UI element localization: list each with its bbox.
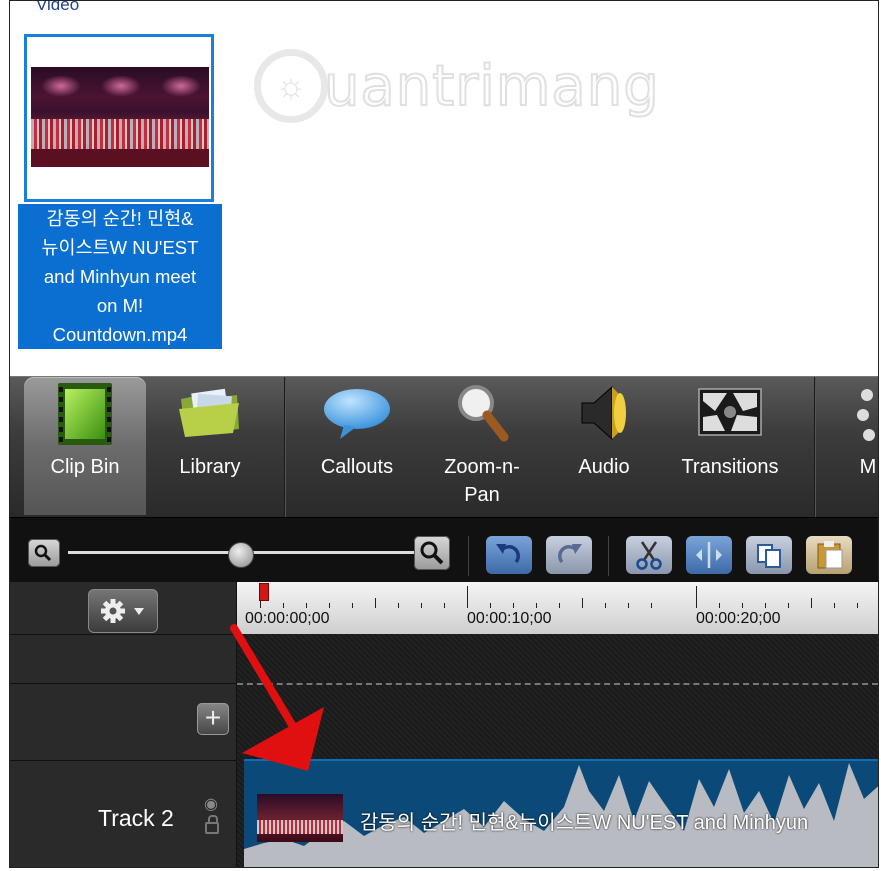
video-section-title: Video	[36, 0, 80, 14]
redo-button[interactable]	[546, 536, 592, 574]
zoom-out-button[interactable]	[28, 539, 60, 567]
more-icon	[857, 389, 875, 441]
speaker-icon	[581, 385, 626, 441]
zoom-slider-handle[interactable]	[228, 542, 254, 568]
clip-filename[interactable]: 감동의 순간! 민현& 뉴이스트W NU'EST and Minhyun mee…	[18, 204, 222, 349]
redo-icon	[558, 544, 582, 564]
clip-bin-panel: Video ☼ uantrimang 감동의 순간! 민현& 뉴이스트W NU'…	[10, 1, 878, 376]
tab-label: Callouts	[320, 456, 394, 478]
lock-icon[interactable]	[205, 815, 219, 834]
transition-icon	[698, 388, 762, 436]
time-ruler[interactable]: 00:00:00;00 00:00:10;00 00:00:20;00	[237, 582, 878, 634]
folder-icon	[179, 388, 239, 437]
tab-label: Clip Bin	[50, 456, 120, 478]
clip-track-thumbnail	[257, 794, 343, 842]
zoom-in-button[interactable]	[414, 536, 450, 570]
track-name: Track 2	[98, 805, 174, 831]
tab-label: Transitions	[681, 456, 779, 478]
clip-filename-line: Countdown.mp4	[52, 324, 188, 345]
clip-filename-line: and Minhyun meet	[43, 266, 197, 287]
scissors-icon	[636, 541, 662, 570]
tab-label: Audio	[578, 456, 630, 478]
film-strip-icon	[58, 383, 112, 445]
drop-target-line	[237, 683, 878, 685]
tab-label: Library	[179, 456, 241, 478]
undo-button[interactable]	[486, 536, 532, 574]
tab-zoom-n-pan[interactable]: Zoom-n- Pan	[422, 377, 542, 515]
copy-button[interactable]	[746, 536, 792, 574]
add-track-button[interactable]: +	[197, 703, 229, 735]
timecode-label: 00:00:00;00	[245, 610, 330, 627]
eye-icon[interactable]: ◉	[204, 794, 218, 814]
timeline-panel: + Track 2 ◉ 00:00:00;00 00:00:10;00 00:0…	[10, 582, 878, 867]
tracks-area[interactable]: 감동의 순간! 민현&뉴이스트W NU'EST and Minhyun	[237, 634, 878, 867]
tab-label: Zoom-n- Pan	[422, 452, 542, 510]
clip-thumbnail-frame[interactable]	[24, 34, 214, 202]
timecode-label: 00:00:10;00	[467, 610, 552, 627]
timeline-toolbar	[10, 517, 878, 582]
tab-label: M	[859, 456, 877, 478]
zoom-in-icon	[420, 541, 444, 565]
tab-audio[interactable]: Audio	[558, 377, 650, 515]
paste-button[interactable]	[806, 536, 852, 574]
task-tabs-bar: Clip Bin Library Callouts Zoom-n- Pan Au…	[10, 376, 878, 517]
magnifier-icon	[458, 385, 509, 442]
watermark-text: uantrimang	[323, 53, 660, 120]
split-button[interactable]	[686, 536, 732, 574]
gear-icon	[101, 599, 144, 623]
tab-clip-bin[interactable]: Clip Bin	[24, 377, 146, 515]
lightbulb-icon: ☼	[254, 49, 328, 123]
tab-transitions[interactable]: Transitions	[662, 377, 798, 515]
playhead[interactable]	[259, 583, 269, 601]
zoom-out-icon	[34, 544, 52, 562]
timeline-settings-button[interactable]	[88, 589, 158, 633]
undo-icon	[496, 544, 520, 564]
clip-track-title: 감동의 순간! 민현&뉴이스트W NU'EST and Minhyun	[360, 812, 809, 834]
chevron-down-icon	[134, 608, 144, 615]
paste-icon	[817, 541, 843, 569]
clip-filename-line: 뉴이스트W NU'EST	[41, 237, 199, 258]
clip-thumbnail	[31, 67, 209, 167]
watermark-logo: ☼ uantrimang	[254, 43, 660, 129]
clip-filename-line: 감동의 순간! 민현&	[46, 208, 194, 229]
tab-label-line: Zoom-n-	[444, 456, 520, 478]
clip-filename-line: on M!	[96, 295, 144, 316]
split-icon	[696, 542, 722, 568]
speech-bubble-icon	[324, 389, 390, 439]
plus-icon: +	[204, 702, 222, 733]
tab-more[interactable]: M	[830, 377, 878, 515]
track-media-clip[interactable]: 감동의 순간! 민현&뉴이스트W NU'EST and Minhyun	[244, 759, 878, 867]
tab-library[interactable]: Library	[154, 377, 266, 515]
tab-callouts[interactable]: Callouts	[302, 377, 412, 515]
track-headers: + Track 2 ◉	[10, 582, 237, 867]
camtasia-window: Video ☼ uantrimang 감동의 순간! 민현& 뉴이스트W NU'…	[9, 0, 879, 868]
tab-label-line: Pan	[464, 484, 500, 506]
cut-button[interactable]	[626, 536, 672, 574]
timecode-label: 00:00:20;00	[696, 610, 781, 627]
copy-icon	[757, 544, 781, 568]
